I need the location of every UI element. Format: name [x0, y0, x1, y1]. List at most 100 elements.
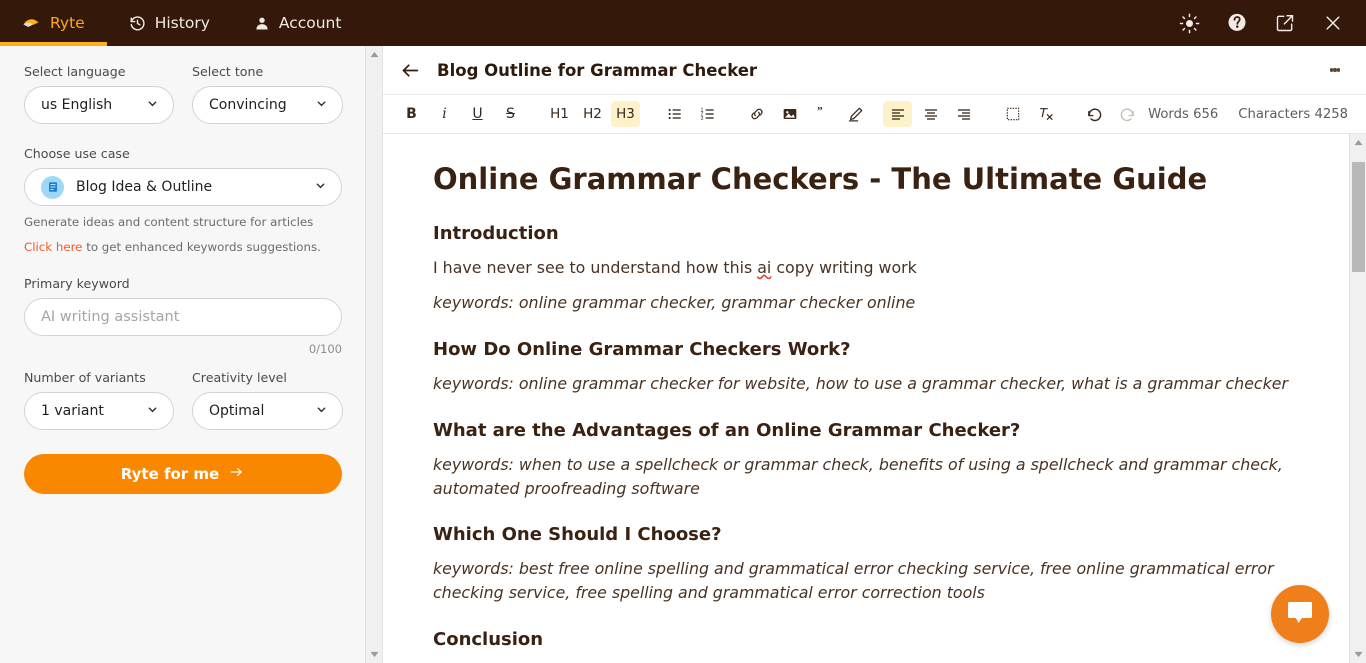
editor-panel: Blog Outline for Grammar Checker B i U S…	[383, 46, 1366, 663]
top-bar: Ryte History Account	[0, 0, 1366, 46]
svg-text:3: 3	[700, 116, 703, 122]
section-heading: Introduction	[433, 222, 559, 244]
topbar-actions	[1178, 0, 1366, 46]
strikethrough-button[interactable]: S	[496, 101, 525, 127]
undo-icon[interactable]	[1080, 101, 1109, 127]
tone-label: Select tone	[192, 64, 264, 79]
image-icon[interactable]	[775, 101, 804, 127]
creativity-field: Creativity level Optimal	[192, 370, 343, 431]
keywords-hint: Click here to get enhanced keywords sugg…	[24, 239, 342, 256]
keywords-line: keywords: online grammar checker for web…	[433, 374, 1288, 394]
nav-tab-account[interactable]: Account	[232, 0, 364, 46]
align-left-icon[interactable]	[883, 101, 912, 127]
tone-field: Select tone Convincing	[192, 64, 343, 124]
variants-field: Number of variants 1 variant	[24, 370, 174, 431]
keywords-hint-suffix: to get enhanced keywords suggestions.	[82, 240, 321, 255]
heading3-button[interactable]: H3	[611, 101, 640, 127]
word-count: Words 656	[1148, 107, 1218, 122]
kebab-menu-icon[interactable]	[1322, 57, 1348, 83]
close-icon[interactable]	[1322, 12, 1344, 34]
tone-value: Convincing	[209, 97, 287, 113]
list-group: 1 2 3	[658, 101, 724, 127]
bold-button[interactable]: B	[397, 101, 426, 127]
align-group	[881, 101, 980, 127]
insert-block-icon[interactable]	[998, 101, 1027, 127]
nav-tab-label: History	[154, 14, 210, 32]
ryte-for-me-button[interactable]: Ryte for me	[24, 454, 342, 495]
scroll-up-arrow-icon[interactable]	[1350, 134, 1366, 151]
chevron-down-icon	[146, 403, 159, 420]
variants-label: Number of variants	[24, 370, 146, 386]
bullet-list-icon[interactable]	[660, 101, 689, 127]
account-person-icon	[254, 15, 270, 32]
ryte-logo-icon	[22, 15, 41, 31]
language-value: us English	[41, 97, 113, 113]
chat-bubble-icon	[1286, 599, 1314, 629]
language-label: Select language	[24, 64, 126, 79]
primary-keyword-input[interactable]	[24, 298, 342, 337]
align-right-icon[interactable]	[949, 101, 978, 127]
language-select[interactable]: us English	[24, 86, 174, 124]
app-root: Ryte History Account Select language us …	[0, 0, 1366, 663]
sidebar-scrollbar[interactable]	[365, 46, 382, 663]
section-heading: How Do Online Grammar Checkers Work?	[433, 339, 851, 361]
clear-format-icon[interactable]	[1031, 101, 1060, 127]
redo-icon	[1113, 101, 1142, 127]
creativity-label: Creativity level	[192, 370, 287, 386]
primary-keyword-label: Primary keyword	[24, 276, 130, 292]
intro-text-before: I have never see to understand how this	[433, 257, 758, 277]
variants-creativity-row: Number of variants 1 variant Creativity …	[24, 370, 343, 431]
history-group	[1078, 101, 1144, 127]
help-icon[interactable]	[1226, 12, 1248, 34]
misspelled-word: ai	[757, 257, 772, 277]
click-here-link[interactable]: Click here	[24, 240, 82, 254]
section-heading: Which One Should I Choose?	[433, 524, 722, 546]
nav-tab-ryte[interactable]: Ryte	[0, 0, 107, 46]
document-h1: Online Grammar Checkers - The Ultimate G…	[433, 162, 1208, 196]
highlighter-pen-icon[interactable]	[841, 101, 870, 127]
link-icon[interactable]	[742, 101, 771, 127]
chevron-down-icon	[315, 97, 328, 114]
scroll-down-arrow-icon[interactable]	[1350, 646, 1366, 663]
numbered-list-icon[interactable]: 1 2 3	[693, 101, 722, 127]
variants-select[interactable]: 1 variant	[24, 392, 174, 431]
document-scrollbar[interactable]	[1349, 134, 1366, 663]
tone-select[interactable]: Convincing	[192, 86, 343, 124]
scroll-up-arrow-icon[interactable]	[366, 46, 383, 63]
character-count-label: Characters	[1238, 106, 1311, 122]
nav-tab-history[interactable]: History	[107, 0, 232, 46]
chat-support-button[interactable]	[1271, 585, 1329, 643]
variants-value: 1 variant	[41, 403, 104, 420]
format-group	[996, 101, 1062, 127]
creativity-select[interactable]: Optimal	[192, 392, 343, 431]
section-heading: Conclusion	[433, 628, 544, 650]
italic-button[interactable]: i	[430, 101, 459, 127]
nav-tab-label: Account	[278, 14, 342, 32]
top-nav-tabs: Ryte History Account	[0, 0, 363, 46]
kebab-dot	[1336, 68, 1341, 72]
brightness-icon[interactable]	[1178, 12, 1200, 34]
keywords-line: keywords: best free online spelling and …	[433, 559, 1274, 602]
insert-group: ”	[740, 101, 872, 127]
body-split: Select language us English Select tone C…	[0, 46, 1366, 663]
use-case-select[interactable]: Blog Idea & Outline	[24, 168, 342, 206]
quote-icon[interactable]: ”	[808, 101, 837, 127]
heading1-button[interactable]: H1	[545, 101, 574, 127]
nav-tab-label: Ryte	[50, 14, 85, 32]
intro-paragraph: I have never see to understand how this …	[433, 256, 1289, 280]
document-body[interactable]: Online Grammar Checkers - The Ultimate G…	[383, 134, 1349, 663]
underline-button[interactable]: U	[463, 101, 492, 127]
back-arrow-icon[interactable]	[397, 57, 423, 83]
use-case-description: Generate ideas and content structure for…	[24, 215, 314, 229]
settings-sidebar: Select language us English Select tone C…	[0, 46, 383, 663]
sidebar-content: Select language us English Select tone C…	[0, 46, 366, 495]
external-link-icon[interactable]	[1274, 12, 1296, 34]
scrollbar-thumb[interactable]	[1352, 162, 1365, 272]
primary-keyword-counter: 0/100	[308, 342, 342, 357]
svg-text:”: ”	[817, 106, 823, 118]
scroll-down-arrow-icon[interactable]	[366, 646, 383, 663]
heading2-button[interactable]: H2	[578, 101, 607, 127]
arrow-right-icon	[228, 465, 245, 483]
align-center-icon[interactable]	[916, 101, 945, 127]
